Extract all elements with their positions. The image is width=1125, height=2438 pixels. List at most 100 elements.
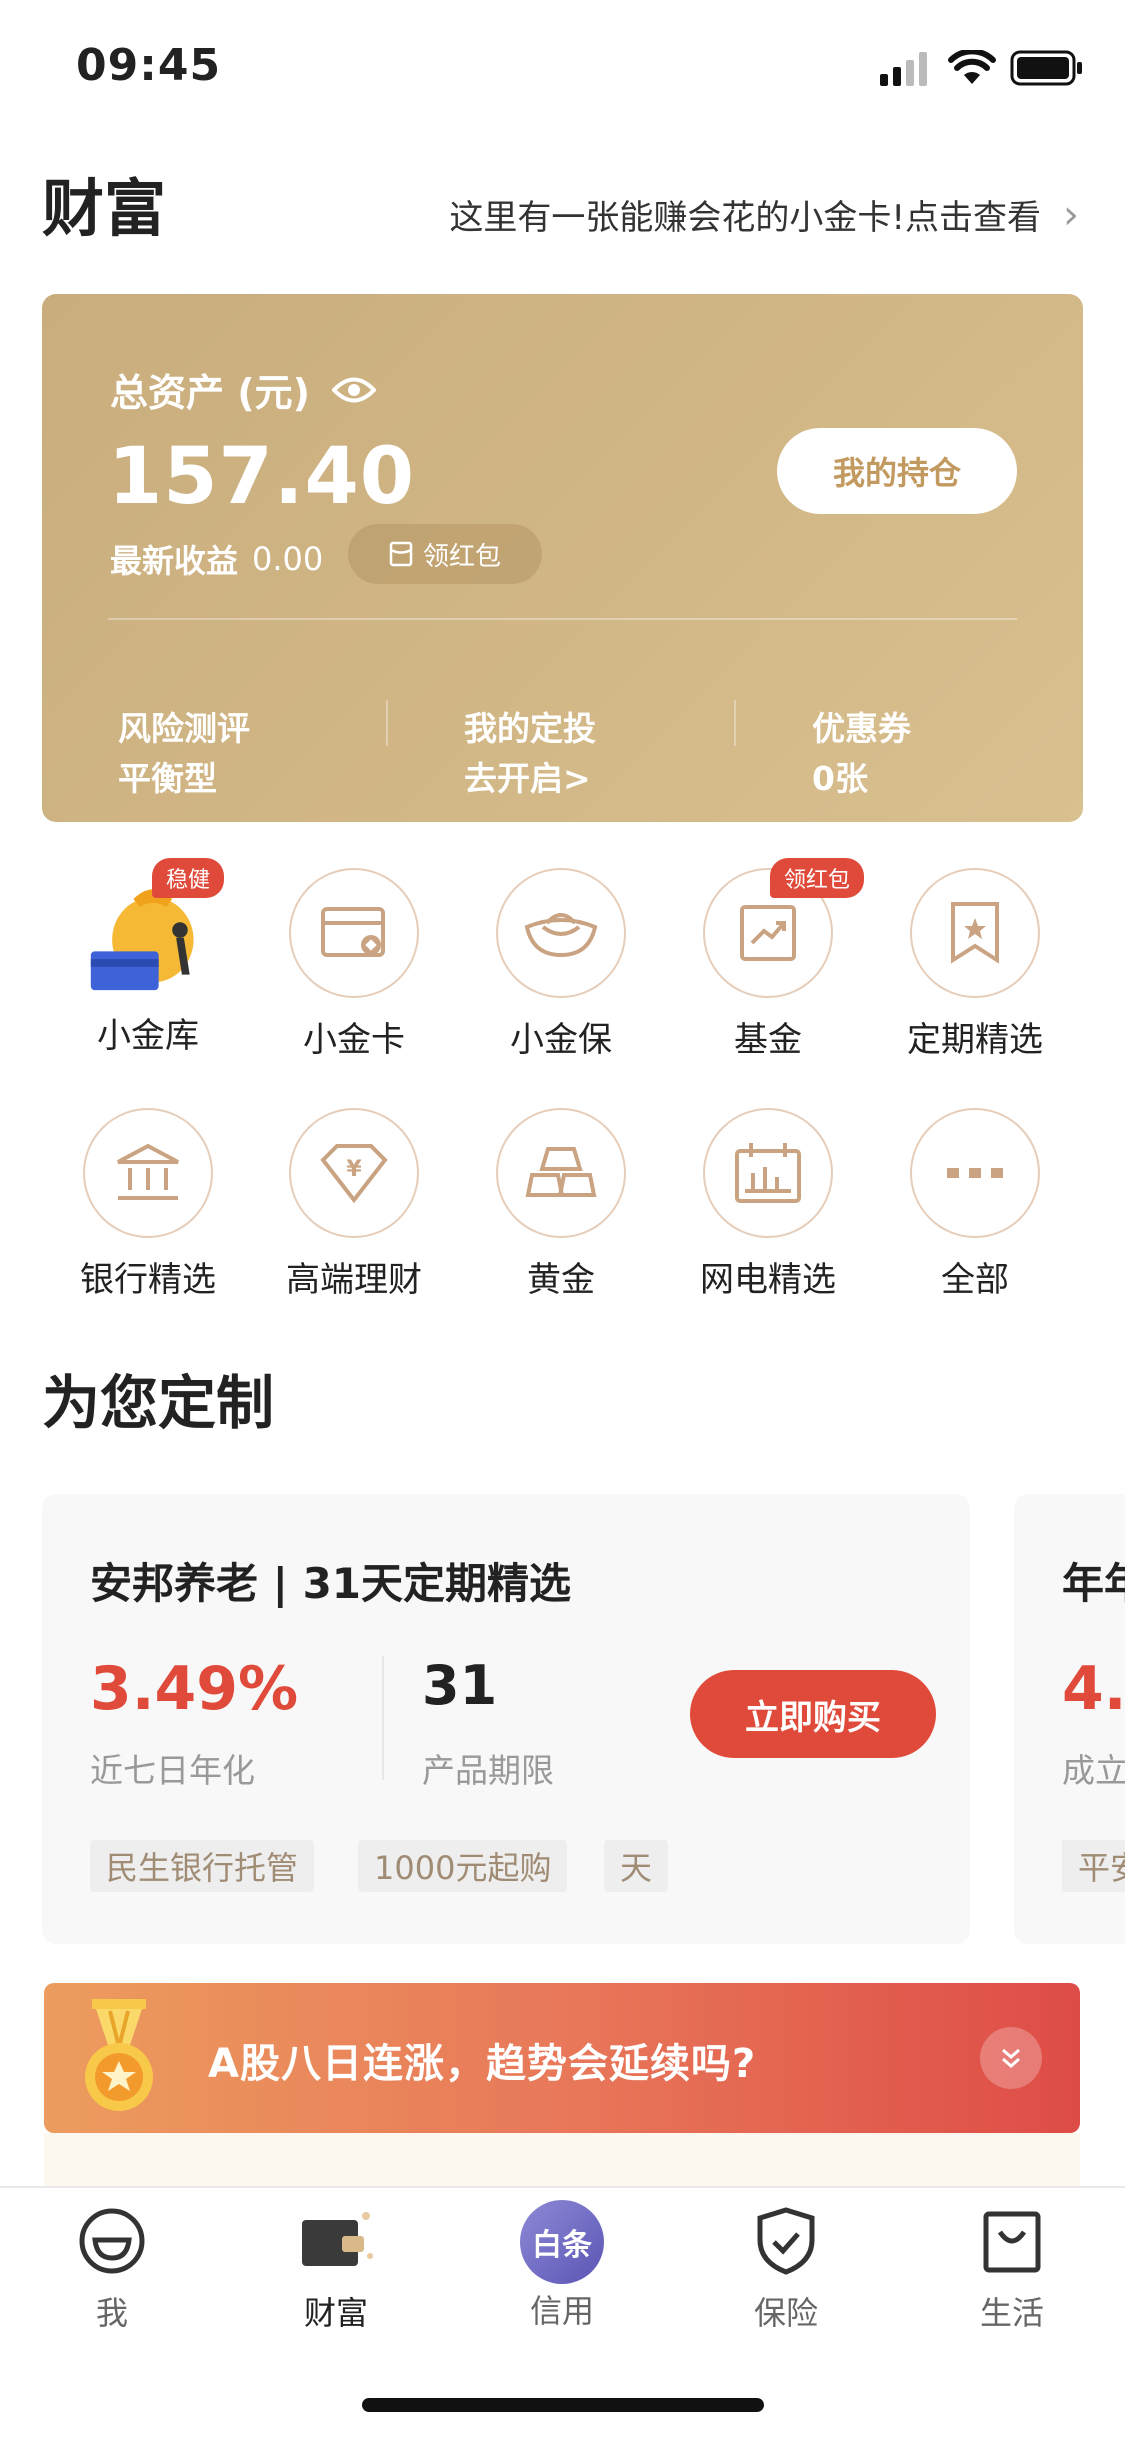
bookmark-star-icon <box>910 868 1040 998</box>
grid-item-fixed-term[interactable]: 定期精选 <box>875 868 1075 1061</box>
product-tag: 民生银行托管 <box>90 1840 315 1892</box>
product-term: 31 <box>422 1654 498 1717</box>
grid-label: 全部 <box>941 1260 1009 1300</box>
grid-label: 定期精选 <box>907 1020 1043 1060</box>
grid-item-all[interactable]: 全部 <box>875 1108 1075 1301</box>
status-time: 09:45 <box>76 40 222 91</box>
grid-item-online-picks[interactable]: 网电精选 <box>668 1108 868 1301</box>
redpacket-icon <box>389 541 413 567</box>
column-divider <box>734 700 736 746</box>
grid-item-xiaojinka[interactable]: 小金卡 <box>254 868 454 1061</box>
baitiao-badge-text: 白条 <box>532 2228 592 2263</box>
grid-label: 网电精选 <box>700 1260 836 1300</box>
grid-item-gold[interactable]: 黄金 <box>461 1108 661 1301</box>
latest-earnings: 最新收益 0.00 <box>110 536 323 582</box>
tab-life[interactable]: 生活 <box>922 2206 1102 2334</box>
risk-assessment[interactable]: 风险测评 平衡型 <box>118 704 250 804</box>
badge-stable: 稳健 <box>152 858 225 898</box>
coupons-value: 0张 <box>812 759 868 798</box>
tab-credit[interactable]: 白条 信用 <box>472 2200 652 2332</box>
shopping-bag-icon <box>983 2211 1041 2273</box>
tab-me[interactable]: 我 <box>22 2206 202 2334</box>
badge-redpacket: 领红包 <box>770 858 865 898</box>
product-card[interactable]: 安邦养老 | 31天定期精选 3.49% 近七日年化 31 产品期限 立即购买 … <box>42 1494 970 1944</box>
risk-assessment-value: 平衡型 <box>118 759 217 798</box>
chevron-right-icon: › <box>1063 191 1079 238</box>
latest-earnings-value: 0.00 <box>252 540 324 578</box>
column-divider <box>386 700 388 746</box>
battery-icon <box>1010 50 1084 90</box>
auto-invest[interactable]: 我的定投 去开启> <box>464 704 596 804</box>
eye-icon[interactable] <box>331 375 376 405</box>
auto-invest-title: 我的定投 <box>464 709 596 748</box>
grid-item-xiaojinku[interactable]: 稳健 小金库 <box>48 858 248 1057</box>
total-assets-label: 总资产 (元) <box>110 362 376 417</box>
section-title: 为您定制 <box>42 1369 275 1437</box>
tab-label: 信用 <box>529 2292 594 2330</box>
auto-invest-value: 去开启> <box>464 759 591 798</box>
product-peek-tag: 平安 <box>1062 1840 1125 1892</box>
card-icon <box>289 868 419 998</box>
tab-insurance[interactable]: 保险 <box>696 2206 876 2334</box>
redpacket-button[interactable]: 领红包 <box>348 524 542 584</box>
page-title: 财富 <box>42 172 167 245</box>
product-rate: 3.49% <box>90 1654 299 1724</box>
grid-item-xiaojinbao[interactable]: 小金保 <box>461 868 661 1061</box>
expand-button[interactable] <box>980 2027 1042 2089</box>
product-rate-label: 近七日年化 <box>90 1751 255 1790</box>
grid-item-fund[interactable]: 领红包 基金 <box>668 858 868 1061</box>
product-peek-title: 年年 <box>1062 1559 1125 1608</box>
news-headline: A股八日连涨，趋势会延续吗? <box>208 2041 757 2087</box>
tab-label: 保险 <box>753 2294 818 2332</box>
buy-now-button[interactable]: 立即购买 <box>690 1670 936 1758</box>
product-tag: 1000元起购 <box>358 1840 568 1892</box>
double-chevron-down-icon <box>1002 2048 1020 2068</box>
tab-label: 财富 <box>303 2294 368 2332</box>
product-divider <box>382 1656 384 1780</box>
smile-face-icon <box>79 2208 145 2274</box>
content-peek-strip <box>44 2133 1080 2189</box>
grid-item-premium[interactable]: ¥ 高端理财 <box>254 1108 454 1301</box>
signal-icon <box>880 52 932 90</box>
bank-icon <box>83 1108 213 1238</box>
grid-label: 小金保 <box>510 1020 612 1060</box>
card-divider <box>108 618 1017 620</box>
product-term-label: 产品期限 <box>422 1751 554 1790</box>
grid-item-bank[interactable]: 银行精选 <box>48 1108 248 1301</box>
tab-wealth[interactable]: 财富 <box>246 2206 426 2334</box>
wallet-icon <box>302 2212 373 2266</box>
wifi-icon <box>948 48 996 90</box>
tab-label: 生活 <box>979 2294 1044 2332</box>
home-indicator <box>362 2398 764 2412</box>
grid-label: 基金 <box>734 1020 802 1060</box>
coupons[interactable]: 优惠券 0张 <box>812 704 911 804</box>
latest-earnings-label: 最新收益 <box>110 542 239 580</box>
grid-label: 小金库 <box>97 1016 199 1056</box>
product-peek-rate: 4.8 <box>1062 1654 1125 1724</box>
tab-label: 我 <box>95 2294 128 2332</box>
risk-assessment-title: 风险测评 <box>118 709 250 748</box>
grid-label: 银行精选 <box>80 1260 216 1300</box>
redpacket-label: 领红包 <box>422 541 501 572</box>
promo-link[interactable]: 这里有一张能赚会花的小金卡!点击查看 › <box>449 190 1079 239</box>
total-assets-value: 157.40 <box>108 432 415 522</box>
diamond-yen-icon: ¥ <box>289 1108 419 1238</box>
coupons-title: 优惠券 <box>812 709 911 748</box>
ingot-icon <box>496 868 626 998</box>
product-title: 安邦养老 | 31天定期精选 <box>90 1559 572 1608</box>
product-card-peek[interactable]: 年年 4.8 成立 平安 <box>1014 1494 1125 1944</box>
asset-card[interactable]: 总资产 (元) 157.40 最新收益 0.00 领红包 我的持仓 风险测评 平… <box>42 294 1083 822</box>
shield-check-icon <box>757 2207 815 2275</box>
svg-text:¥: ¥ <box>346 1157 362 1182</box>
grid-label: 高端理财 <box>286 1260 422 1300</box>
calendar-chart-icon <box>703 1108 833 1238</box>
grid-label: 黄金 <box>527 1260 595 1300</box>
my-holdings-button[interactable]: 我的持仓 <box>777 428 1017 514</box>
gold-bars-icon <box>496 1108 626 1238</box>
baitiao-icon: 白条 <box>520 2200 604 2284</box>
product-tag: 天 <box>604 1840 669 1892</box>
more-dots-icon <box>910 1108 1040 1238</box>
news-banner[interactable]: A股八日连涨，趋势会延续吗? <box>44 1983 1080 2133</box>
total-assets-text: 总资产 (元) <box>110 371 310 415</box>
medal-icon <box>74 1999 164 2123</box>
